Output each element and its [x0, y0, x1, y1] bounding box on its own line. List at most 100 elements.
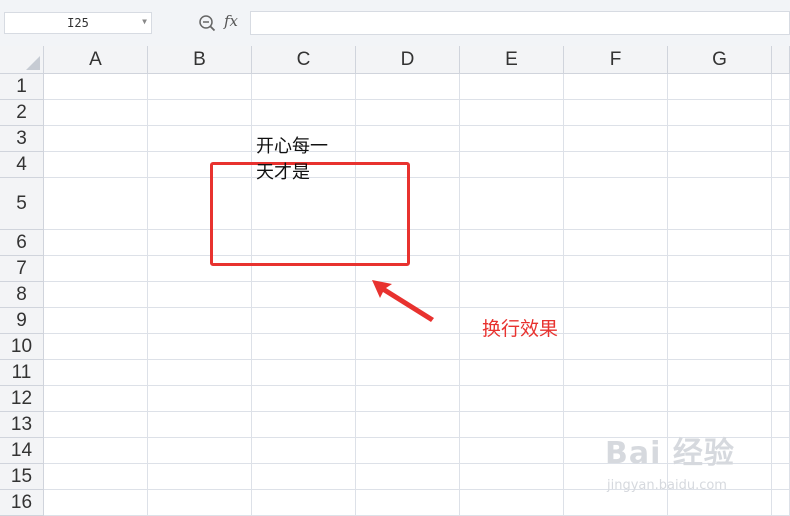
row-header-12[interactable]: 12 [0, 386, 44, 412]
name-box[interactable]: I25 ▼ [4, 12, 152, 34]
cell-a10[interactable] [44, 334, 148, 360]
column-header-d[interactable]: D [356, 46, 460, 74]
cell-a6[interactable] [44, 230, 148, 256]
cell-h16[interactable] [772, 490, 790, 516]
cell-g11[interactable] [668, 360, 772, 386]
cell-b13[interactable] [148, 412, 252, 438]
cell-h11[interactable] [772, 360, 790, 386]
cell-b16[interactable] [148, 490, 252, 516]
row-header-5[interactable]: 5 [0, 178, 44, 230]
cell-h9[interactable] [772, 308, 790, 334]
cell-f3[interactable] [564, 126, 668, 152]
cell-a9[interactable] [44, 308, 148, 334]
cell-d15[interactable] [356, 464, 460, 490]
cell-c2[interactable] [252, 100, 356, 126]
cell-g6[interactable] [668, 230, 772, 256]
cell-g8[interactable] [668, 282, 772, 308]
cell-a7[interactable] [44, 256, 148, 282]
cell-d10[interactable] [356, 334, 460, 360]
cell-h1[interactable] [772, 74, 790, 100]
zoom-icon[interactable] [198, 14, 216, 32]
cell-b2[interactable] [148, 100, 252, 126]
cell-h12[interactable] [772, 386, 790, 412]
fx-icon[interactable]: fx [224, 12, 238, 30]
chevron-down-icon[interactable]: ▼ [142, 17, 147, 26]
column-header-partial[interactable] [772, 46, 790, 74]
cell-h8[interactable] [772, 282, 790, 308]
cell-b10[interactable] [148, 334, 252, 360]
row-header-7[interactable]: 7 [0, 256, 44, 282]
row-header-1[interactable]: 1 [0, 74, 44, 100]
cell-h13[interactable] [772, 412, 790, 438]
cell-h6[interactable] [772, 230, 790, 256]
cell-e13[interactable] [460, 412, 564, 438]
cell-a4[interactable] [44, 152, 148, 178]
cell-b8[interactable] [148, 282, 252, 308]
cell-a8[interactable] [44, 282, 148, 308]
cell-a5[interactable] [44, 178, 148, 230]
column-header-g[interactable]: G [668, 46, 772, 74]
cell-g2[interactable] [668, 100, 772, 126]
cell-a16[interactable] [44, 490, 148, 516]
cell-d13[interactable] [356, 412, 460, 438]
cell-b9[interactable] [148, 308, 252, 334]
cell-a14[interactable] [44, 438, 148, 464]
cell-f8[interactable] [564, 282, 668, 308]
column-header-b[interactable]: B [148, 46, 252, 74]
cell-f11[interactable] [564, 360, 668, 386]
column-header-c[interactable]: C [252, 46, 356, 74]
cell-h2[interactable] [772, 100, 790, 126]
cell-h14[interactable] [772, 438, 790, 464]
row-header-4[interactable]: 4 [0, 152, 44, 178]
cell-e6[interactable] [460, 230, 564, 256]
row-header-15[interactable]: 15 [0, 464, 44, 490]
formula-input[interactable] [250, 11, 790, 35]
cell-e5[interactable] [460, 178, 564, 230]
cell-g9[interactable] [668, 308, 772, 334]
row-header-10[interactable]: 10 [0, 334, 44, 360]
cell-f4[interactable] [564, 152, 668, 178]
cell-c13[interactable] [252, 412, 356, 438]
cell-h4[interactable] [772, 152, 790, 178]
cell-c14[interactable] [252, 438, 356, 464]
cell-c11[interactable] [252, 360, 356, 386]
cell-d16[interactable] [356, 490, 460, 516]
cell-c9[interactable] [252, 308, 356, 334]
cell-a1[interactable] [44, 74, 148, 100]
cell-h15[interactable] [772, 464, 790, 490]
cell-c15[interactable] [252, 464, 356, 490]
row-header-16[interactable]: 16 [0, 490, 44, 516]
cell-b14[interactable] [148, 438, 252, 464]
row-header-9[interactable]: 9 [0, 308, 44, 334]
cell-b3[interactable] [148, 126, 252, 152]
row-header-2[interactable]: 2 [0, 100, 44, 126]
cell-a3[interactable] [44, 126, 148, 152]
cell-h7[interactable] [772, 256, 790, 282]
cell-d1[interactable] [356, 74, 460, 100]
select-all-corner[interactable] [0, 46, 44, 74]
cell-e7[interactable] [460, 256, 564, 282]
cell-c5-text[interactable]: 开心每一 天才是 [256, 134, 356, 186]
column-header-e[interactable]: E [460, 46, 564, 74]
cell-f7[interactable] [564, 256, 668, 282]
cell-d3[interactable] [356, 126, 460, 152]
cell-b12[interactable] [148, 386, 252, 412]
cell-b1[interactable] [148, 74, 252, 100]
cell-b15[interactable] [148, 464, 252, 490]
cell-c1[interactable] [252, 74, 356, 100]
cell-e16[interactable] [460, 490, 564, 516]
cell-e3[interactable] [460, 126, 564, 152]
cell-h3[interactable] [772, 126, 790, 152]
row-header-11[interactable]: 11 [0, 360, 44, 386]
cell-e12[interactable] [460, 386, 564, 412]
cell-g7[interactable] [668, 256, 772, 282]
cell-b11[interactable] [148, 360, 252, 386]
cell-f9[interactable] [564, 308, 668, 334]
cell-e14[interactable] [460, 438, 564, 464]
cell-a15[interactable] [44, 464, 148, 490]
row-header-6[interactable]: 6 [0, 230, 44, 256]
cell-f2[interactable] [564, 100, 668, 126]
cell-g3[interactable] [668, 126, 772, 152]
cell-f10[interactable] [564, 334, 668, 360]
cell-h5[interactable] [772, 178, 790, 230]
